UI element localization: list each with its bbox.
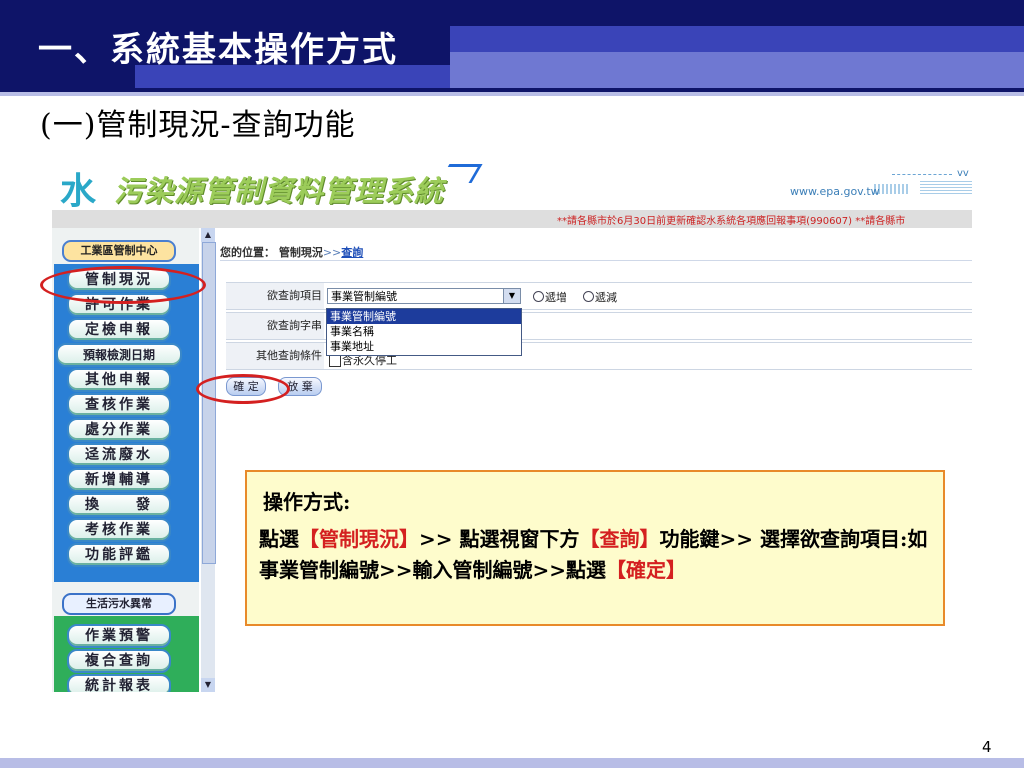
breadcrumb-prefix: 您的位置： [220,246,275,259]
breadcrumb-section[interactable]: 管制現況 [279,246,323,259]
sidebar-item-audit[interactable]: 查核作業 [67,393,171,417]
sidebar-item-renewal[interactable]: 換 發 [67,493,171,517]
scroll-up-icon[interactable]: ▲ [201,228,215,242]
query-item-dropdown[interactable]: 事業管制編號 事業名稱 事業地址 [326,308,522,356]
instruction-keyword: 【確定】 [606,558,687,582]
sidebar-item-industrial-center[interactable]: 工業區管制中心 [62,240,176,262]
water-logo-icon: 水 [60,171,97,212]
dropdown-option[interactable]: 事業管制編號 [327,309,521,324]
sidebar-item-runoff[interactable]: 迳流廢水 [67,443,171,467]
system-logo-text: 污染源管制資料管理系統 [114,174,445,208]
sidebar-item-composite-query[interactable]: 複合查詢 [67,649,171,673]
sidebar-item-other-report[interactable]: 其他申報 [67,368,171,392]
instruction-keyword: 【查詢】 [579,527,660,551]
instruction-title: 操作方式: [263,490,351,514]
sidebar-item-inspection-report[interactable]: 定檢申報 [67,318,171,342]
other-conditions-label: 其他查詢條件 [226,343,324,369]
order-desc-label: 遞減 [595,291,617,304]
sidebar-item-warning[interactable]: 作業預警 [67,624,171,648]
dropdown-option[interactable]: 事業名稱 [327,324,521,339]
sidebar-item-assessment[interactable]: 考核作業 [67,518,171,542]
permanent-stop-checkbox[interactable] [329,355,341,367]
form-row-query-item: 欲查詢項目 事業管制編號 ▼ 遞增 遞減 [226,282,972,310]
query-item-label: 欲查詢項目 [226,283,324,309]
highlight-oval-menu [40,266,206,304]
slide-title: 一、系統基本操作方式 [38,30,398,70]
page-number: 4 [982,738,992,756]
notice-marquee: **請各縣市於6月30日前更新確認水系統各項應回報事項(990607) **請各… [557,216,906,227]
site-url[interactable]: www.epa.gov.tw [790,185,880,198]
footer-bar [0,758,1024,768]
sidebar-item-forecast-date[interactable]: 預報檢測日期 [56,343,182,367]
query-string-label: 欲查詢字串 [226,313,324,339]
scroll-down-icon[interactable]: ▼ [201,678,215,692]
query-item-value: 事業管制編號 [331,290,397,303]
breadcrumb-divider [220,260,972,261]
instruction-keyword: 【管制現況】 [299,527,419,551]
dropdown-option[interactable]: 事業地址 [327,339,521,354]
sidebar-item-guidance[interactable]: 新增輔導 [67,468,171,492]
chevron-down-icon[interactable]: ▼ [503,289,520,303]
sidebar-item-penalty[interactable]: 處分作業 [67,418,171,442]
header-band-1 [450,26,1024,52]
breadcrumb-current[interactable]: 查詢 [341,246,363,259]
sidebar-item-statistics[interactable]: 統計報表 [67,674,171,692]
slide-subtitle: (一)管制現況-查詢功能 [40,108,356,143]
instruction-text: 點選 [259,527,299,551]
instruction-text: >> 點選視窗下方 [419,527,580,551]
header-band-2 [450,52,1024,88]
breadcrumb-separator: >> [322,246,342,259]
header-divider [0,92,1024,96]
order-desc-radio[interactable] [583,291,594,302]
scrollbar-thumb[interactable] [202,242,216,564]
breadcrumb: 您的位置： 管制現況>>查詢 [220,244,363,260]
query-item-select[interactable]: 事業管制編號 ▼ [327,288,521,304]
highlight-oval-confirm [196,374,290,404]
order-asc-radio[interactable] [533,291,544,302]
instruction-body: 點選【管制現況】>> 點選視窗下方【查詢】功能鍵>> 選擇欲查詢項目:如事業管制… [259,524,935,586]
decor-dots [920,180,972,194]
sidebar-item-evaluation[interactable]: 功能評鑑 [67,543,171,567]
order-asc-label: 遞增 [545,291,567,304]
site-url-fragment: vv [957,168,969,179]
instruction-box: 操作方式: 點選【管制現況】>> 點選視窗下方【查詢】功能鍵>> 選擇欲查詢項目… [245,470,945,626]
sidebar-item-domestic-sewage[interactable]: 生活污水異常 [62,593,176,615]
